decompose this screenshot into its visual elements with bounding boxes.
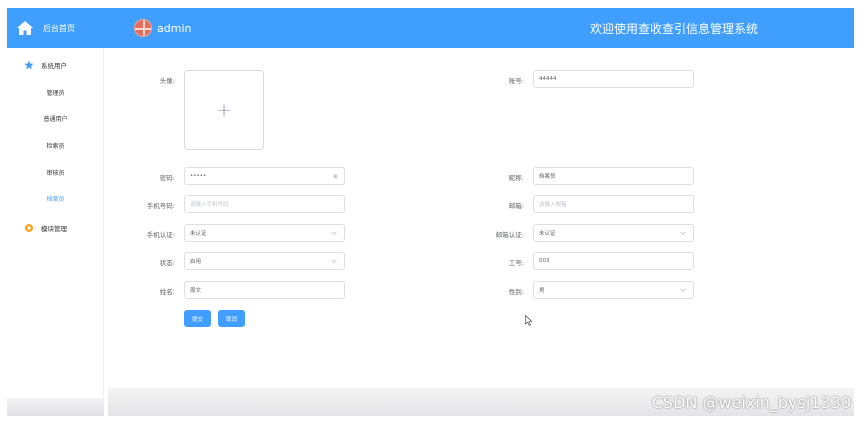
avatar-upload[interactable]: + [184, 70, 264, 150]
eye-icon[interactable]: ◉ [333, 173, 338, 180]
home-icon [17, 21, 33, 35]
name-label: 姓名: [159, 288, 175, 296]
status-value: 启用 [190, 259, 202, 265]
status-select[interactable]: 启用 [184, 252, 345, 270]
gender-select[interactable]: 男 [533, 281, 694, 299]
sidebar-group-modules[interactable]: 模块管理 [7, 221, 104, 235]
avatar [134, 19, 152, 37]
sidebar-group-system-users[interactable]: 系统用户 [7, 58, 104, 72]
sidebar: 系统用户 管理员 普通用户 检索员 审核员 档案员 模块管理 [7, 48, 104, 416]
phone-placeholder: 请输入手机号码 [190, 202, 229, 208]
phone-field[interactable]: 请输入手机号码 [184, 195, 345, 213]
sidebar-item-searcher[interactable]: 检索员 [7, 141, 104, 150]
phone-label: 手机号码: [146, 202, 175, 210]
plus-icon: + [216, 99, 232, 121]
top-bar: 后台首页 admin 欢迎使用查收查引信息管理系统 [7, 8, 854, 48]
sidebar-footer [7, 398, 104, 416]
chevron-down-icon [331, 231, 337, 235]
username: admin [157, 21, 192, 35]
sidebar-group-label: 系统用户 [41, 62, 67, 70]
account-field[interactable]: 44444 [533, 70, 694, 88]
user-menu[interactable]: admin [134, 8, 191, 48]
status-label: 状态: [159, 259, 175, 267]
password-field[interactable]: ••••• ◉ [184, 167, 345, 185]
sidebar-item-reviewer[interactable]: 审核员 [7, 168, 104, 177]
name-field[interactable]: 周文 [184, 281, 345, 299]
email-field[interactable]: 请输入邮箱 [533, 195, 694, 213]
name-value: 周文 [190, 288, 202, 294]
gender-value: 男 [539, 288, 545, 294]
nickname-label: 昵称: [508, 174, 524, 182]
password-value: ••••• [190, 173, 207, 179]
phone-auth-select[interactable]: 未认证 [184, 224, 345, 242]
email-auth-label: 邮箱认证: [495, 231, 524, 239]
phone-auth-label: 手机认证: [146, 231, 175, 239]
home-link[interactable]: 后台首页 [7, 8, 105, 48]
email-placeholder: 请输入邮箱 [539, 202, 567, 208]
job-no-value: 003 [539, 258, 550, 264]
chevron-down-icon [331, 259, 337, 263]
gender-label: 性别: [508, 288, 524, 296]
nickname-field[interactable]: 档案员 [533, 167, 694, 185]
account-value: 44444 [539, 76, 557, 82]
avatar-label: 头像: [159, 77, 175, 85]
chevron-down-icon [680, 288, 686, 292]
nickname-value: 档案员 [539, 174, 556, 180]
app-window: 后台首页 admin 欢迎使用查收查引信息管理系统 系统用户 管理员 普通用户 … [0, 0, 865, 423]
sidebar-item-archivist[interactable]: 档案员 [7, 194, 104, 203]
star-icon [24, 60, 34, 70]
gear-icon [25, 224, 33, 232]
job-no-label: 工号: [508, 259, 524, 267]
phone-auth-value: 未认证 [190, 231, 207, 237]
home-label: 后台首页 [43, 23, 75, 33]
job-no-field[interactable]: 003 [533, 252, 694, 270]
sidebar-group-label: 模块管理 [41, 225, 67, 233]
sidebar-item-users[interactable]: 普通用户 [7, 114, 104, 123]
account-label: 账号: [508, 77, 524, 85]
chevron-down-icon [680, 231, 686, 235]
cancel-button[interactable]: 取消 [218, 310, 245, 327]
email-auth-select[interactable]: 未认证 [533, 224, 694, 242]
password-label: 密码: [159, 174, 175, 182]
email-auth-value: 未认证 [539, 231, 556, 237]
sidebar-item-admin[interactable]: 管理员 [7, 88, 104, 97]
email-label: 邮箱: [508, 202, 524, 210]
site-title: 欢迎使用查收查引信息管理系统 [589, 22, 758, 36]
submit-button[interactable]: 提交 [184, 310, 211, 327]
mouse-cursor-icon [525, 315, 533, 326]
watermark: CSDN @weixin_bysj1330 [651, 393, 851, 412]
